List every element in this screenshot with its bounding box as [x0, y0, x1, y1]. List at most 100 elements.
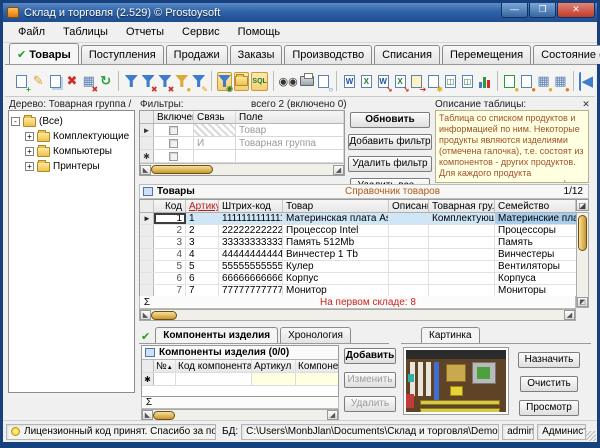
products-vscrollbar[interactable]: ◩: [576, 212, 589, 308]
column-picker-icon[interactable]: ◪: [576, 199, 589, 211]
tab-zakazy[interactable]: Заказы: [230, 45, 283, 64]
col-barcode[interactable]: Штрих-код: [219, 200, 283, 212]
tab-tovary[interactable]: ✔Товары: [9, 43, 79, 64]
tree-node-printery[interactable]: + Принтеры: [11, 159, 132, 174]
refresh-button[interactable]: Обновить: [350, 112, 430, 128]
expand-box-icon[interactable]: +: [25, 162, 34, 171]
scrollbar-thumb[interactable]: [151, 311, 177, 320]
remove-filter-button[interactable]: Удалить фильтр: [348, 156, 432, 172]
products-hscrollbar[interactable]: ◣ ◢: [139, 309, 576, 321]
tab-spisaniya[interactable]: Списания: [374, 45, 440, 64]
tree-node-root[interactable]: - (Все): [11, 114, 132, 129]
sql-toggle-icon[interactable]: SQL: [251, 72, 267, 91]
clear-picture-button[interactable]: Очистить: [520, 376, 578, 392]
table-row[interactable]: 5 5 5555555555555 Кулер Вентиляторы: [140, 261, 576, 273]
scroll-left-icon[interactable]: ◣: [140, 310, 151, 320]
add-filter-button[interactable]: Добавить фильтр: [348, 134, 432, 150]
search-icon[interactable]: ◉◉: [279, 72, 298, 91]
menu-tables[interactable]: Таблицы: [54, 24, 117, 40]
scroll-down-icon[interactable]: ◩: [577, 297, 588, 307]
close-button[interactable]: ✕: [557, 3, 595, 18]
view-picture-button[interactable]: Просмотр: [519, 400, 579, 416]
filter-row[interactable]: ► Товар: [140, 124, 344, 137]
col-artikul[interactable]: Артикул: [186, 200, 219, 212]
tree-node-kompyutery[interactable]: + Компьютеры: [11, 144, 132, 159]
tab-peremeshcheniya[interactable]: Перемещения: [442, 45, 531, 64]
menu-service[interactable]: Сервис: [173, 24, 229, 40]
filter-add-icon[interactable]: [124, 72, 139, 91]
col-artikul[interactable]: Артикул: [252, 360, 296, 372]
description-close-icon[interactable]: ✕: [581, 99, 591, 110]
filter-delete-icon[interactable]: ✖: [141, 72, 156, 91]
filter-col-field[interactable]: Поле: [236, 111, 344, 123]
table-money-icon[interactable]: ▦●: [536, 72, 551, 91]
scroll-left-icon[interactable]: ◣: [140, 165, 151, 175]
col-opisanie[interactable]: Описание: [389, 200, 429, 212]
filter-enabled-checkbox[interactable]: [169, 126, 178, 135]
scroll-right-icon[interactable]: ◢: [327, 410, 338, 420]
col-kod-komponenta[interactable]: Код компонента: [176, 360, 252, 372]
calc-add-icon[interactable]: ●: [502, 72, 517, 91]
scroll-right-icon[interactable]: ◢: [564, 310, 575, 320]
expand-box-icon[interactable]: +: [25, 147, 34, 156]
filter-view-toggle-icon[interactable]: ◉: [217, 72, 232, 91]
export-html-icon[interactable]: ◫: [443, 72, 458, 91]
tab-postupleniya[interactable]: Поступления: [81, 45, 164, 64]
filter-col-enabled[interactable]: Включен: [154, 111, 194, 123]
tab-kartinka[interactable]: Картинка: [421, 327, 480, 343]
export-word-icon[interactable]: W: [342, 72, 357, 91]
tree-panel-toggle-icon[interactable]: [234, 72, 249, 91]
print-icon[interactable]: [300, 72, 315, 91]
filter-new-row[interactable]: ✱: [140, 150, 344, 163]
filter-field-cell[interactable]: Товар: [236, 124, 344, 136]
chart-icon[interactable]: [477, 72, 492, 91]
scroll-left-icon[interactable]: ◣: [142, 410, 153, 420]
refresh-icon[interactable]: ↻: [98, 72, 113, 91]
filter-field-cell[interactable]: [236, 150, 344, 162]
col-tovar[interactable]: Товар: [283, 200, 389, 212]
delete-record-icon[interactable]: ✖: [65, 72, 80, 91]
filter-enabled-checkbox[interactable]: [169, 139, 178, 148]
col-num[interactable]: №▲: [154, 360, 176, 372]
tree-node-komplektuyushchie[interactable]: + Комплектующие: [11, 129, 132, 144]
maximize-button[interactable]: ❒: [529, 3, 556, 18]
scrollbar-thumb[interactable]: [153, 411, 175, 420]
calc-time-icon[interactable]: ●: [519, 72, 534, 91]
filter-row[interactable]: И Товарная группа: [140, 137, 344, 150]
collapse-box-icon[interactable]: -: [11, 117, 20, 126]
col-kod[interactable]: Код: [154, 200, 186, 212]
menu-reports[interactable]: Отчеты: [117, 24, 173, 40]
merge-excel-icon[interactable]: X↘: [393, 72, 408, 91]
copy-record-icon[interactable]: [48, 72, 63, 91]
merge-word-icon[interactable]: W↘: [376, 72, 391, 91]
export-excel-icon[interactable]: X: [359, 72, 374, 91]
filters-hscrollbar[interactable]: ◣ ◢: [140, 163, 344, 175]
collapse-panel-icon[interactable]: ◀: [579, 72, 594, 91]
filter-delete-all-icon[interactable]: ✖: [158, 72, 173, 91]
menu-help[interactable]: Помощь: [229, 24, 290, 40]
tab-khronologiya[interactable]: Хронология: [280, 327, 351, 343]
menu-file[interactable]: Файл: [9, 24, 54, 40]
minimize-button[interactable]: —: [501, 3, 528, 18]
tab-sostoyanie-skladov[interactable]: Состояние складов: [533, 45, 600, 64]
delete-table-rows-icon[interactable]: ▦✖: [81, 72, 96, 91]
expand-box-icon[interactable]: +: [25, 132, 34, 141]
scroll-right-icon[interactable]: ◢: [333, 165, 344, 175]
filter-quick-icon[interactable]: ●: [174, 72, 189, 91]
table-row[interactable]: 3 3 3333333333333 Память 512Mb Память: [140, 237, 576, 249]
table-row-selected[interactable]: ► 1 1 1111111111111 Материнская плата As…: [140, 213, 576, 225]
filter-field-cell[interactable]: Товарная группа: [236, 137, 344, 149]
scrollbar-thumb[interactable]: [578, 215, 587, 251]
remove-component-button[interactable]: Удалить: [344, 396, 396, 412]
print-preview-icon[interactable]: ○: [316, 72, 331, 91]
components-new-row[interactable]: ✱: [142, 373, 338, 386]
export-pdf-icon[interactable]: ➔: [409, 72, 424, 91]
col-semeystvo[interactable]: Семейство: [495, 200, 576, 212]
export-db-icon[interactable]: ◫: [460, 72, 475, 91]
titlebar[interactable]: Склад и торговля (2.529) © Prostoysoft —…: [3, 3, 597, 22]
filter-link-cell[interactable]: И: [194, 137, 236, 149]
edit-component-button[interactable]: Изменить: [344, 372, 396, 388]
table-row[interactable]: 4 4 4444444444444 Винчестер 1 Tb Винчест…: [140, 249, 576, 261]
add-component-button[interactable]: Добавить: [344, 348, 396, 364]
filter-link-cell[interactable]: [194, 150, 236, 162]
